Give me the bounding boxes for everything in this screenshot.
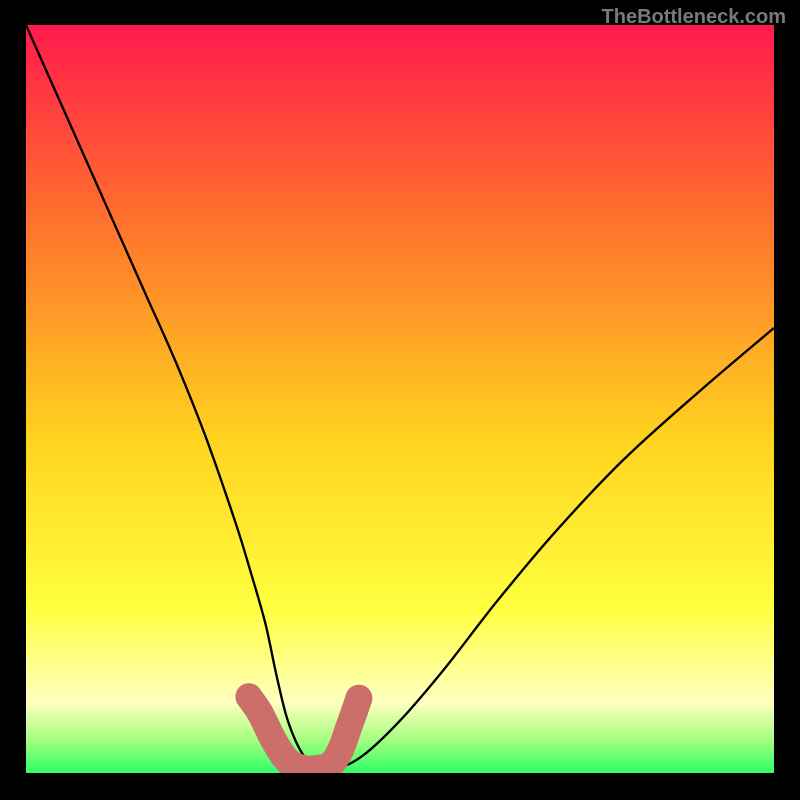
plot-area — [26, 25, 774, 773]
watermark-text: TheBottleneck.com — [602, 6, 786, 29]
optimal-band-node — [247, 700, 274, 727]
bottleneck-curve — [26, 25, 774, 770]
curve-layer — [26, 25, 774, 773]
chart-root: TheBottleneck.com — [0, 0, 800, 800]
optimal-band-node — [345, 685, 372, 712]
bottleneck-curve — [26, 25, 774, 770]
